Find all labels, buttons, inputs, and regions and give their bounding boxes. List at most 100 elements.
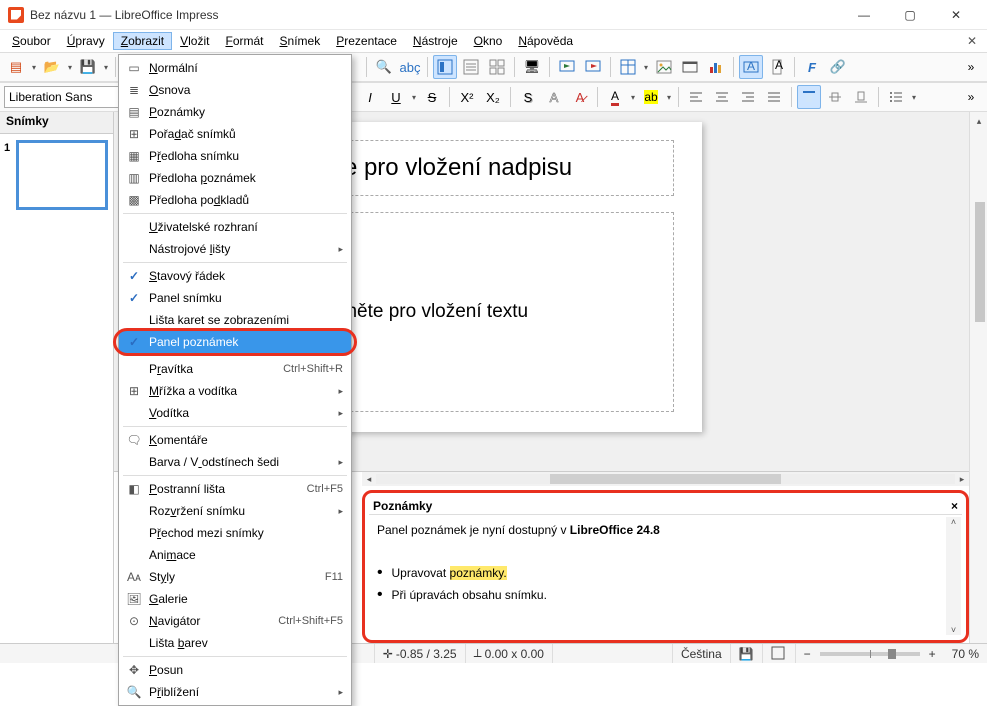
align-justify-button[interactable]	[762, 85, 786, 109]
insert-table-button[interactable]	[616, 55, 640, 79]
menu-item[interactable]: 🖼Galerie	[119, 588, 351, 610]
menu-item[interactable]: Vodítka▸	[119, 402, 351, 424]
start-first-button[interactable]	[555, 55, 579, 79]
open-button[interactable]: 📂	[40, 55, 64, 79]
slide-thumbnail[interactable]	[18, 142, 106, 208]
insert-chart-button[interactable]	[704, 55, 728, 79]
vscroll-thumb[interactable]	[975, 202, 985, 322]
save-button[interactable]: 💾	[76, 55, 100, 79]
underline-button[interactable]: U	[384, 85, 408, 109]
menu-item[interactable]: 🔍Přiblížení▸	[119, 681, 351, 703]
toolbar-overflow[interactable]: »	[959, 55, 983, 79]
menu-item[interactable]: ▩Předloha podkladů	[119, 189, 351, 211]
notes-body[interactable]: Panel poznámek je nyní dostupný v LibreO…	[369, 515, 962, 609]
menu-item[interactable]: Panel snímku	[119, 287, 351, 309]
superscript-button[interactable]: X²	[455, 85, 479, 109]
horizontal-scrollbar[interactable]: ◂ ▸	[362, 472, 969, 486]
status-zoom-value[interactable]: 70 %	[944, 644, 987, 663]
menu-item[interactable]: Panel poznámek	[119, 331, 351, 353]
menu-item[interactable]: ▥Předloha poznámek	[119, 167, 351, 189]
menu-item[interactable]: PravítkaCtrl+Shift+R	[119, 358, 351, 380]
menu-item[interactable]: ≣Osnova	[119, 79, 351, 101]
menu-item[interactable]: ⊞Pořadač snímků	[119, 123, 351, 145]
scroll-left-icon[interactable]: ◂	[362, 474, 376, 485]
vertical-scrollbar[interactable]: ▴	[969, 112, 987, 643]
menu-nastroje[interactable]: Nástroje	[405, 32, 466, 50]
menu-item[interactable]: Lišta karet se zobrazeními	[119, 309, 351, 331]
menu-item[interactable]: ✥Posun	[119, 659, 351, 681]
menu-item[interactable]: Animace	[119, 544, 351, 566]
menu-item[interactable]: 🗨Komentáře	[119, 429, 351, 451]
view-outline-button[interactable]	[459, 55, 483, 79]
notes-close-button[interactable]: ×	[951, 499, 958, 513]
shadow-button[interactable]: S	[516, 85, 540, 109]
open-dropdown[interactable]: ▾	[66, 63, 74, 72]
font-color-button[interactable]: A	[603, 85, 627, 109]
menu-item[interactable]: ◧Postranní lištaCtrl+F5	[119, 478, 351, 500]
highlight-button[interactable]: ab	[639, 85, 663, 109]
menu-format[interactable]: Formát	[217, 32, 271, 50]
new-dropdown[interactable]: ▾	[30, 63, 38, 72]
valign-top-button[interactable]	[797, 85, 821, 109]
spellcheck-button[interactable]: abç	[398, 55, 422, 79]
scroll-down-icon[interactable]: ˅	[951, 625, 956, 635]
save-dropdown[interactable]: ▾	[102, 63, 110, 72]
minimize-button[interactable]: —	[841, 0, 887, 30]
scroll-up-icon[interactable]: ˄	[951, 517, 956, 527]
menu-item[interactable]: ▭Normální	[119, 57, 351, 79]
subscript-button[interactable]: X₂	[481, 85, 505, 109]
menu-item[interactable]: Stavový řádek	[119, 265, 351, 287]
menu-vlozit[interactable]: Vložit	[172, 32, 217, 50]
menu-item[interactable]: AᴀStylyF11	[119, 566, 351, 588]
menu-zobrazit[interactable]: Zobrazit	[113, 32, 172, 50]
view-sorter-button[interactable]	[485, 55, 509, 79]
zoom-in-button[interactable]: +	[929, 647, 936, 661]
menu-item[interactable]: Uživatelské rozhraní	[119, 216, 351, 238]
insert-hyperlink-button[interactable]: 🔗	[826, 55, 850, 79]
scroll-right-icon[interactable]: ▸	[955, 474, 969, 485]
strike-button[interactable]: S	[420, 85, 444, 109]
start-current-button[interactable]	[581, 55, 605, 79]
zoom-slider[interactable]	[820, 652, 920, 656]
find-button[interactable]: 🔍	[372, 55, 396, 79]
display-views-button[interactable]: 🖥	[520, 55, 544, 79]
menu-item[interactable]: ▤Poznámky	[119, 101, 351, 123]
zoom-out-button[interactable]: −	[804, 647, 811, 661]
menu-item[interactable]: ⊞Mřížka a vodítka▸	[119, 380, 351, 402]
clear-button[interactable]: A̷	[568, 85, 592, 109]
notes-scrollbar[interactable]: ˄ ˅	[946, 517, 961, 635]
menu-prezentace[interactable]: Prezentace	[328, 32, 405, 50]
status-zoom-fit[interactable]	[763, 644, 796, 663]
menu-napoveda[interactable]: Nápověda	[510, 32, 581, 50]
menu-soubor[interactable]: Soubor	[4, 32, 59, 50]
insert-fontwork-button[interactable]: F	[800, 55, 824, 79]
menu-snimek[interactable]: Snímek	[272, 32, 329, 50]
valign-mid-button[interactable]	[823, 85, 847, 109]
menu-item[interactable]: ▦Předloha snímku	[119, 145, 351, 167]
status-language[interactable]: Čeština	[673, 644, 731, 663]
maximize-button[interactable]: ▢	[887, 0, 933, 30]
document-close-button[interactable]: ✕	[961, 34, 983, 48]
contour-button[interactable]: A	[542, 85, 566, 109]
align-left-button[interactable]	[684, 85, 708, 109]
menu-item[interactable]: Přechod mezi snímky	[119, 522, 351, 544]
valign-bot-button[interactable]	[849, 85, 873, 109]
bullets-button[interactable]	[884, 85, 908, 109]
view-normal-button[interactable]	[433, 55, 457, 79]
menu-item[interactable]: Lišta barev	[119, 632, 351, 654]
hscroll-thumb[interactable]	[550, 474, 782, 484]
scroll-up-icon[interactable]: ▴	[970, 112, 987, 130]
italic-button[interactable]: I	[358, 85, 382, 109]
align-right-button[interactable]	[736, 85, 760, 109]
insert-textbox-button[interactable]: A	[739, 55, 763, 79]
menu-item[interactable]: ⊙NavigátorCtrl+Shift+F5	[119, 610, 351, 632]
insert-vtext-button[interactable]: A	[765, 55, 789, 79]
menu-upravy[interactable]: Úpravy	[59, 32, 113, 50]
insert-image-button[interactable]	[652, 55, 676, 79]
close-button[interactable]: ✕	[933, 0, 979, 30]
menu-okno[interactable]: Okno	[466, 32, 511, 50]
menu-item[interactable]: Nástrojové lišty▸	[119, 238, 351, 260]
menu-item[interactable]: Rozvržení snímku▸	[119, 500, 351, 522]
new-button[interactable]: ▤	[4, 55, 28, 79]
insert-av-button[interactable]	[678, 55, 702, 79]
